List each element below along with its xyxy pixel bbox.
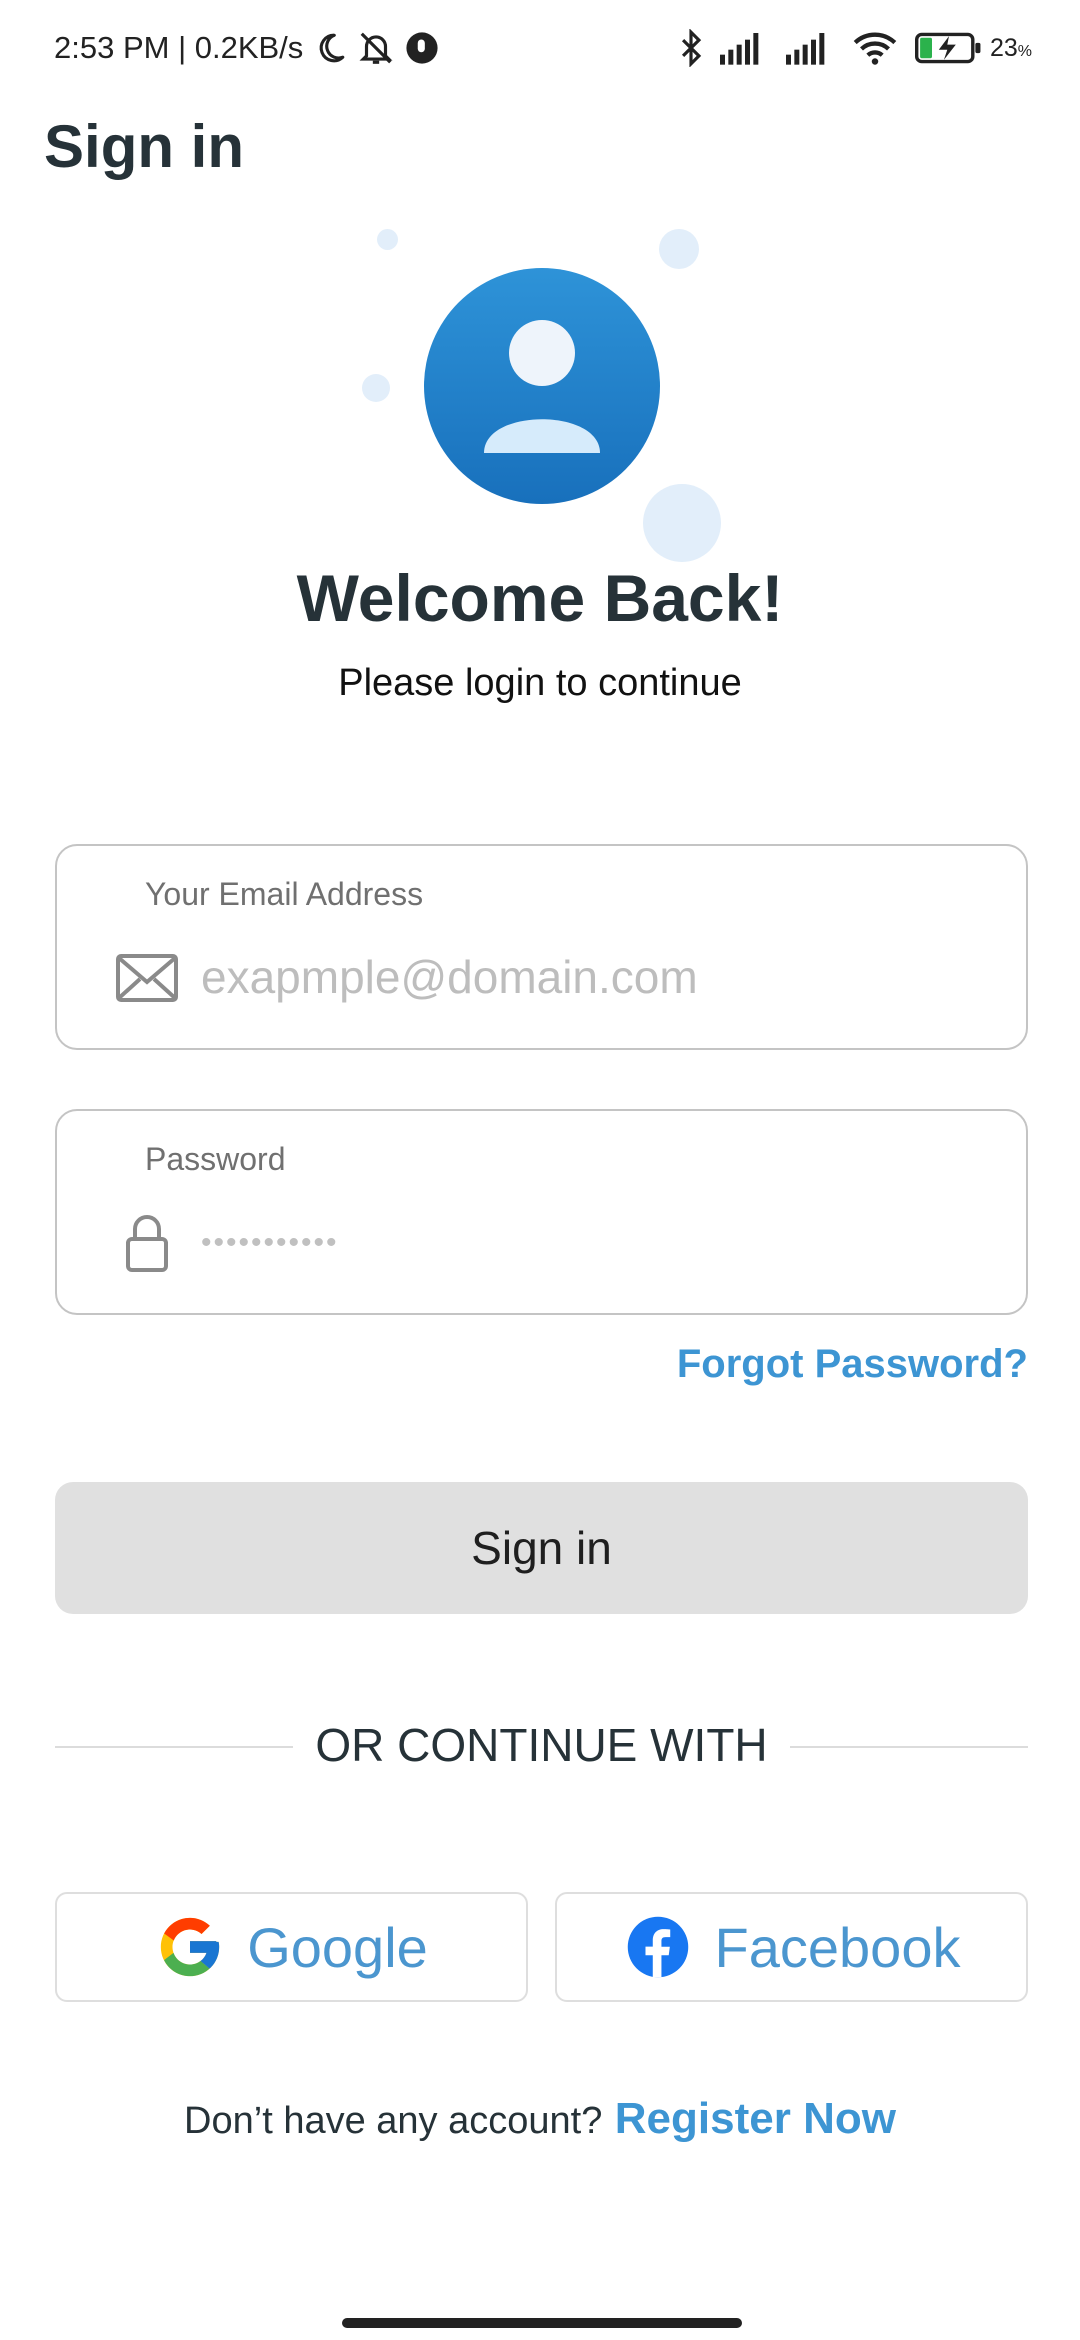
wifi-icon: [852, 30, 898, 66]
status-bar: 2:53 PM | 0.2KB/s 23%: [0, 0, 1080, 96]
register-row: Don’t have any account? Register Now: [0, 2094, 1080, 2144]
divider-line: [55, 1746, 293, 1748]
bell-off-icon: [357, 29, 395, 67]
status-left: 2:53 PM | 0.2KB/s: [54, 26, 439, 70]
status-right: 23%: [662, 26, 1032, 70]
password-field-label: Password: [145, 1141, 286, 1177]
email-field-label: Your Email Address: [145, 876, 424, 912]
decorative-bubble: [659, 229, 699, 269]
lock-icon: [115, 1211, 179, 1275]
moon-icon: [313, 31, 347, 65]
decorative-bubble: [362, 374, 390, 402]
page-title: Sign in: [44, 113, 244, 180]
app-badge-icon: [405, 31, 439, 65]
mail-icon: [115, 946, 179, 1010]
facebook-button-label: Facebook: [714, 1915, 961, 1979]
register-prompt: Don’t have any account?: [184, 2100, 603, 2142]
google-icon: [155, 1912, 225, 1982]
status-time: 2:53 PM: [54, 30, 170, 65]
email-input[interactable]: [201, 942, 981, 1012]
user-avatar-icon: [424, 268, 660, 504]
welcome-subtitle: Please login to continue: [338, 662, 742, 704]
email-field[interactable]: Your Email Address: [55, 844, 1028, 1050]
status-network-speed: 0.2KB/s: [194, 30, 304, 65]
battery-percent: 23: [989, 33, 1018, 62]
divider-line: [790, 1746, 1028, 1748]
welcome-title: Welcome Back!: [296, 561, 784, 635]
battery-unit: %: [1017, 42, 1032, 60]
google-button-label: Google: [247, 1915, 428, 1979]
battery-charging-icon: [914, 31, 984, 65]
google-sign-in-button[interactable]: Google: [55, 1892, 528, 2002]
bluetooth-icon: [678, 29, 704, 67]
signal-icon: [785, 31, 836, 65]
divider-text: OR CONTINUE WITH: [315, 1719, 768, 1771]
sign-in-button[interactable]: Sign in: [55, 1482, 1028, 1614]
signal-icon: [719, 31, 770, 65]
password-input[interactable]: •••••••••••: [201, 1211, 339, 1275]
facebook-sign-in-button[interactable]: Facebook: [555, 1892, 1028, 2002]
register-now-link[interactable]: Register Now: [615, 2094, 896, 2143]
forgot-password-link[interactable]: Forgot Password?: [677, 1342, 1028, 1387]
facebook-icon: [623, 1912, 693, 1982]
password-field[interactable]: Password •••••••••••: [55, 1109, 1028, 1315]
home-indicator[interactable]: [342, 2318, 742, 2328]
decorative-bubble: [377, 229, 398, 250]
decorative-bubble: [643, 484, 721, 562]
